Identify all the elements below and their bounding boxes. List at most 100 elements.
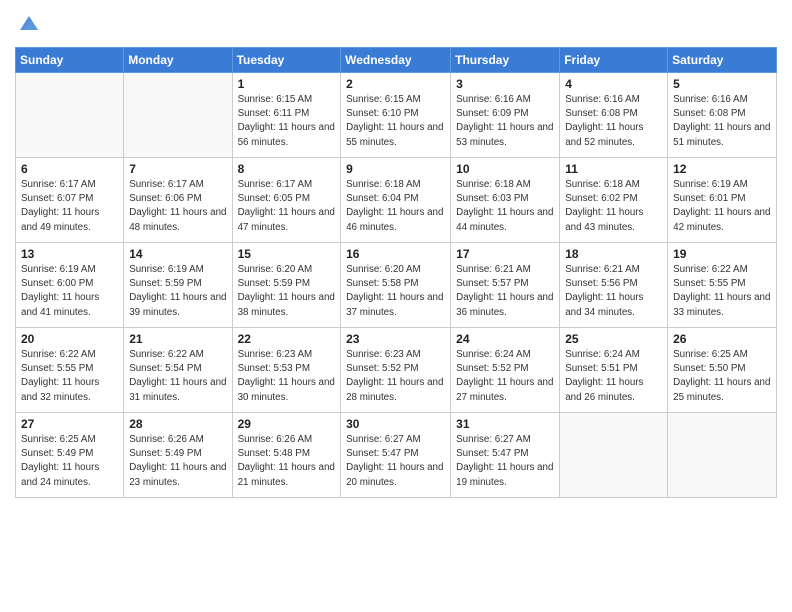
day-number: 31 xyxy=(456,417,554,431)
calendar-cell: 2 Sunrise: 6:15 AM Sunset: 6:10 PM Daylig… xyxy=(341,73,451,158)
day-number: 1 xyxy=(238,77,336,91)
day-number: 3 xyxy=(456,77,554,91)
day-info: Sunrise: 6:24 AM Sunset: 5:52 PM Dayligh… xyxy=(456,348,554,405)
day-number: 25 xyxy=(565,332,662,346)
calendar-cell: 29Sunrise: 6:26 AM Sunset: 5:48 PM Dayli… xyxy=(232,413,341,498)
calendar-cell: 4 Sunrise: 6:16 AM Sunset: 6:08 PM Daylig… xyxy=(560,73,668,158)
day-number: 5 xyxy=(673,77,771,91)
day-info: Sunrise: 6:19 AM Sunset: 6:00 PM Dayligh… xyxy=(21,263,118,320)
calendar-cell xyxy=(16,73,124,158)
calendar-cell: 1 Sunrise: 6:15 AM Sunset: 6:11 PM Daylig… xyxy=(232,73,341,158)
calendar-header: SundayMondayTuesdayWednesdayThursdayFrid… xyxy=(16,48,777,73)
day-number: 9 xyxy=(346,162,445,176)
calendar-cell: 25Sunrise: 6:24 AM Sunset: 5:51 PM Dayli… xyxy=(560,328,668,413)
day-number: 20 xyxy=(21,332,118,346)
day-number: 24 xyxy=(456,332,554,346)
calendar-cell: 8 Sunrise: 6:17 AM Sunset: 6:05 PM Daylig… xyxy=(232,158,341,243)
day-number: 12 xyxy=(673,162,771,176)
day-number: 7 xyxy=(129,162,226,176)
calendar-cell: 22 Sunrise: 6:23 AM Sunset: 5:53 PM Dayli… xyxy=(232,328,341,413)
calendar-cell: 13 Sunrise: 6:19 AM Sunset: 6:00 PM Dayli… xyxy=(16,243,124,328)
calendar-table: SundayMondayTuesdayWednesdayThursdayFrid… xyxy=(15,47,777,498)
day-info: Sunrise: 6:27 AM Sunset: 5:47 PM Dayligh… xyxy=(346,433,445,490)
week-row-2: 6Sunrise: 6:17 AM Sunset: 6:07 PM Daylig… xyxy=(16,158,777,243)
day-info: Sunrise: 6:18 AM Sunset: 6:04 PM Dayligh… xyxy=(346,178,445,235)
calendar-cell: 31Sunrise: 6:27 AM Sunset: 5:47 PM Dayli… xyxy=(451,413,560,498)
calendar-cell: 20Sunrise: 6:22 AM Sunset: 5:55 PM Dayli… xyxy=(16,328,124,413)
calendar-cell: 21 Sunrise: 6:22 AM Sunset: 5:54 PM Dayli… xyxy=(124,328,232,413)
header-row: SundayMondayTuesdayWednesdayThursdayFrid… xyxy=(16,48,777,73)
calendar-cell: 11Sunrise: 6:18 AM Sunset: 6:02 PM Dayli… xyxy=(560,158,668,243)
logo-icon xyxy=(18,12,40,39)
day-number: 4 xyxy=(565,77,662,91)
calendar-cell: 30 Sunrise: 6:27 AM Sunset: 5:47 PM Dayli… xyxy=(341,413,451,498)
calendar-cell: 5 Sunrise: 6:16 AM Sunset: 6:08 PM Daylig… xyxy=(668,73,777,158)
day-info: Sunrise: 6:16 AM Sunset: 6:08 PM Dayligh… xyxy=(673,93,771,150)
day-number: 23 xyxy=(346,332,445,346)
calendar-cell: 28 Sunrise: 6:26 AM Sunset: 5:49 PM Dayli… xyxy=(124,413,232,498)
day-number: 30 xyxy=(346,417,445,431)
calendar-cell: 17 Sunrise: 6:21 AM Sunset: 5:57 PM Dayli… xyxy=(451,243,560,328)
day-number: 13 xyxy=(21,247,118,261)
day-info: Sunrise: 6:15 AM Sunset: 6:11 PM Dayligh… xyxy=(238,93,336,150)
calendar-cell: 14Sunrise: 6:19 AM Sunset: 5:59 PM Dayli… xyxy=(124,243,232,328)
day-number: 8 xyxy=(238,162,336,176)
calendar-cell xyxy=(124,73,232,158)
day-number: 6 xyxy=(21,162,118,176)
day-number: 26 xyxy=(673,332,771,346)
calendar-cell: 26 Sunrise: 6:25 AM Sunset: 5:50 PM Dayli… xyxy=(668,328,777,413)
day-number: 18 xyxy=(565,247,662,261)
day-header-monday: Monday xyxy=(124,48,232,73)
calendar-cell: 12 Sunrise: 6:19 AM Sunset: 6:01 PM Dayli… xyxy=(668,158,777,243)
day-info: Sunrise: 6:25 AM Sunset: 5:50 PM Dayligh… xyxy=(673,348,771,405)
calendar-cell: 10 Sunrise: 6:18 AM Sunset: 6:03 PM Dayli… xyxy=(451,158,560,243)
day-number: 15 xyxy=(238,247,336,261)
week-row-4: 20Sunrise: 6:22 AM Sunset: 5:55 PM Dayli… xyxy=(16,328,777,413)
day-header-tuesday: Tuesday xyxy=(232,48,341,73)
day-number: 11 xyxy=(565,162,662,176)
calendar-cell: 3Sunrise: 6:16 AM Sunset: 6:09 PM Daylig… xyxy=(451,73,560,158)
calendar-cell: 24 Sunrise: 6:24 AM Sunset: 5:52 PM Dayli… xyxy=(451,328,560,413)
day-number: 22 xyxy=(238,332,336,346)
day-number: 17 xyxy=(456,247,554,261)
calendar-cell: 15 Sunrise: 6:20 AM Sunset: 5:59 PM Dayli… xyxy=(232,243,341,328)
logo xyxy=(15,14,40,39)
header xyxy=(15,10,777,39)
day-info: Sunrise: 6:21 AM Sunset: 5:57 PM Dayligh… xyxy=(456,263,554,320)
day-number: 16 xyxy=(346,247,445,261)
page-container: SundayMondayTuesdayWednesdayThursdayFrid… xyxy=(0,0,792,612)
day-number: 28 xyxy=(129,417,226,431)
day-info: Sunrise: 6:15 AM Sunset: 6:10 PM Dayligh… xyxy=(346,93,445,150)
calendar-cell: 27Sunrise: 6:25 AM Sunset: 5:49 PM Dayli… xyxy=(16,413,124,498)
day-number: 19 xyxy=(673,247,771,261)
day-info: Sunrise: 6:22 AM Sunset: 5:55 PM Dayligh… xyxy=(673,263,771,320)
calendar-cell: 9 Sunrise: 6:18 AM Sunset: 6:04 PM Daylig… xyxy=(341,158,451,243)
calendar-cell: 18 Sunrise: 6:21 AM Sunset: 5:56 PM Dayli… xyxy=(560,243,668,328)
day-info: Sunrise: 6:17 AM Sunset: 6:06 PM Dayligh… xyxy=(129,178,226,235)
day-number: 29 xyxy=(238,417,336,431)
day-number: 2 xyxy=(346,77,445,91)
day-info: Sunrise: 6:19 AM Sunset: 5:59 PM Dayligh… xyxy=(129,263,226,320)
day-info: Sunrise: 6:20 AM Sunset: 5:59 PM Dayligh… xyxy=(238,263,336,320)
calendar-cell: 23Sunrise: 6:23 AM Sunset: 5:52 PM Dayli… xyxy=(341,328,451,413)
day-header-wednesday: Wednesday xyxy=(341,48,451,73)
day-info: Sunrise: 6:22 AM Sunset: 5:54 PM Dayligh… xyxy=(129,348,226,405)
week-row-3: 13 Sunrise: 6:19 AM Sunset: 6:00 PM Dayli… xyxy=(16,243,777,328)
calendar-body: 1 Sunrise: 6:15 AM Sunset: 6:11 PM Daylig… xyxy=(16,73,777,498)
calendar-cell: 6Sunrise: 6:17 AM Sunset: 6:07 PM Daylig… xyxy=(16,158,124,243)
calendar-cell xyxy=(560,413,668,498)
day-number: 10 xyxy=(456,162,554,176)
day-number: 27 xyxy=(21,417,118,431)
day-info: Sunrise: 6:23 AM Sunset: 5:53 PM Dayligh… xyxy=(238,348,336,405)
day-info: Sunrise: 6:26 AM Sunset: 5:49 PM Dayligh… xyxy=(129,433,226,490)
calendar-cell: 19 Sunrise: 6:22 AM Sunset: 5:55 PM Dayli… xyxy=(668,243,777,328)
day-info: Sunrise: 6:18 AM Sunset: 6:03 PM Dayligh… xyxy=(456,178,554,235)
day-info: Sunrise: 6:17 AM Sunset: 6:05 PM Dayligh… xyxy=(238,178,336,235)
day-info: Sunrise: 6:21 AM Sunset: 5:56 PM Dayligh… xyxy=(565,263,662,320)
day-info: Sunrise: 6:20 AM Sunset: 5:58 PM Dayligh… xyxy=(346,263,445,320)
day-info: Sunrise: 6:19 AM Sunset: 6:01 PM Dayligh… xyxy=(673,178,771,235)
week-row-5: 27Sunrise: 6:25 AM Sunset: 5:49 PM Dayli… xyxy=(16,413,777,498)
calendar-cell xyxy=(668,413,777,498)
day-number: 21 xyxy=(129,332,226,346)
day-info: Sunrise: 6:16 AM Sunset: 6:08 PM Dayligh… xyxy=(565,93,662,150)
